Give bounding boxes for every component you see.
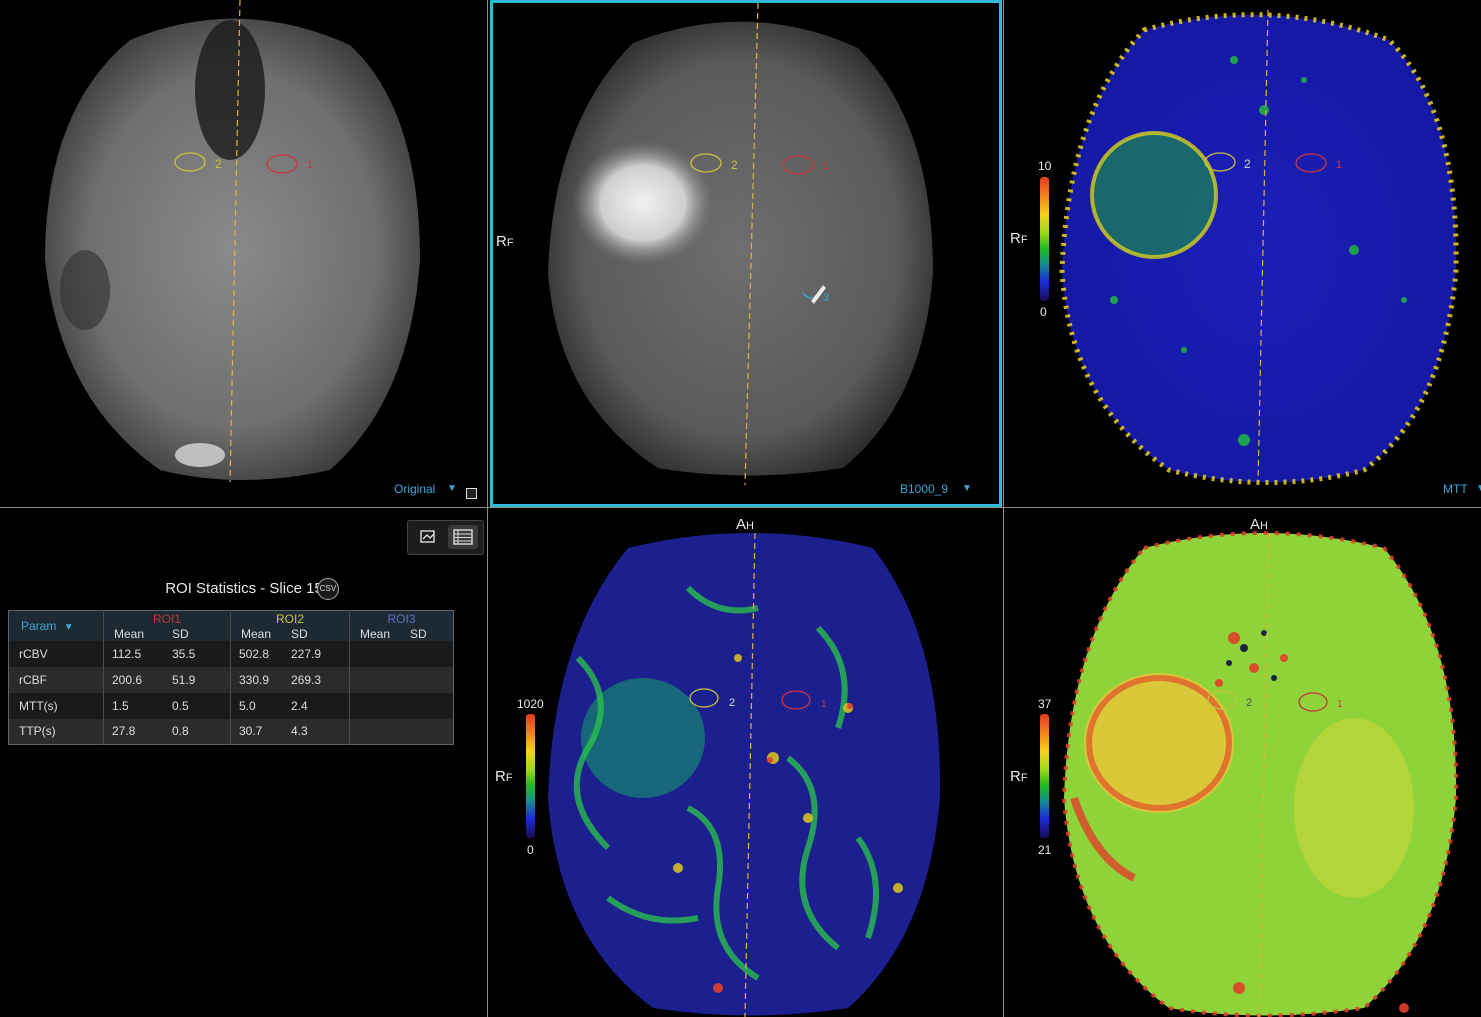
- perfusion-map-rcbf: [548, 532, 941, 1017]
- colorbar-max: 1020: [517, 697, 544, 711]
- orientation-top: AH: [1250, 516, 1268, 533]
- viewport-b1000[interactable]: RF 2 1 3 B1000_9 ▼: [490, 0, 1002, 507]
- value-cell: 0.5: [172, 698, 189, 713]
- orientation-top: AH: [736, 516, 754, 533]
- value-cell: 35.5: [172, 646, 196, 661]
- perfusion-map-mtt: [1059, 9, 1459, 485]
- colorbar-min: 0: [1040, 305, 1047, 319]
- roi2-header: ROI2: [230, 610, 350, 627]
- roi1-label: 1: [823, 160, 830, 172]
- stats-title: ROI Statistics - Slice 15: [165, 580, 323, 597]
- series-selector[interactable]: Original: [394, 482, 435, 496]
- sd-header: SD: [410, 626, 427, 641]
- series-selector[interactable]: MTT: [1443, 482, 1468, 496]
- roi2-label: 2: [731, 158, 738, 172]
- value-cell: 502.8: [230, 640, 291, 667]
- colorbar-min: 21: [1038, 843, 1052, 857]
- colorbar: [526, 714, 535, 838]
- viewport-rcbf[interactable]: AH RF 1020 0 2 1: [488, 508, 1003, 1017]
- roi1-header: ROI1: [103, 610, 231, 627]
- param-cell: rCBF: [19, 672, 47, 687]
- table-row: MTT(s) 1.5 0.5 5.0 2.4: [8, 692, 454, 719]
- roi2-label: 2: [215, 157, 222, 171]
- value-cell: 269.3: [291, 672, 322, 687]
- colorbar-min: 0: [527, 843, 534, 857]
- perfusion-map-ttp: [1061, 531, 1459, 1017]
- value-cell: 4.3: [291, 724, 308, 739]
- colorbar: [1040, 714, 1049, 838]
- roi2-label: 2: [1244, 157, 1251, 171]
- mean-header: Mean: [103, 626, 172, 641]
- save-icon[interactable]: [466, 488, 477, 499]
- value-cell: 112.5: [103, 640, 172, 667]
- view-toggle-toolbar: [407, 520, 484, 555]
- param-cell: rCBV: [19, 646, 48, 661]
- value-cell: 27.8: [103, 718, 172, 745]
- param-dropdown-icon[interactable]: ▼: [64, 622, 74, 633]
- param-cell: MTT(s): [19, 698, 58, 713]
- colorbar: [1040, 177, 1049, 301]
- brain-image-dwi: [548, 3, 933, 486]
- table-row: TTP(s) 27.8 0.8 30.7 4.3: [8, 718, 454, 745]
- orientation-left: RF: [1010, 768, 1028, 785]
- roi2-label: 2: [1246, 697, 1253, 709]
- roi2-label: 2: [729, 697, 736, 709]
- value-cell: 2.4: [291, 698, 308, 713]
- table-view-icon[interactable]: [448, 525, 478, 549]
- value-cell: 5.0: [230, 692, 291, 719]
- csv-export-icon[interactable]: CSV: [317, 578, 339, 600]
- series-dropdown-icon[interactable]: ▼: [1476, 483, 1481, 494]
- value-cell: 200.6: [103, 666, 172, 693]
- series-selector[interactable]: B1000_9: [900, 482, 948, 496]
- mean-header: Mean: [349, 626, 410, 641]
- series-dropdown-icon[interactable]: ▼: [447, 483, 457, 494]
- colorbar-max: 10: [1038, 159, 1052, 173]
- roi3-label: 3: [823, 292, 830, 304]
- viewport-ttp[interactable]: AH RF 37 21 2 1: [1004, 508, 1481, 1017]
- sd-header: SD: [291, 626, 308, 641]
- roi1-label: 1: [1336, 159, 1343, 171]
- orientation-left: RF: [495, 768, 513, 785]
- roi-stats-table: Param ▼ ROI1 ROI2 ROI3 Mean SD Mean SD M…: [8, 610, 454, 745]
- roi1-label: 1: [821, 699, 827, 710]
- value-cell: 227.9: [291, 646, 322, 661]
- series-dropdown-icon[interactable]: ▼: [962, 483, 972, 494]
- value-cell: 330.9: [230, 666, 291, 693]
- viewport-mtt[interactable]: RF 10 0 2 1 MTT ▼: [1004, 0, 1481, 507]
- param-cell: TTP(s): [19, 724, 56, 739]
- sd-header: SD: [172, 626, 189, 641]
- orientation-left: RF: [1010, 230, 1028, 247]
- roi3-header: ROI3: [349, 610, 454, 627]
- graph-view-icon[interactable]: [413, 525, 443, 549]
- value-cell: 51.9: [172, 672, 196, 687]
- value-cell: 30.7: [230, 718, 291, 745]
- param-header[interactable]: Param ▼: [9, 611, 104, 641]
- brain-image-original: [45, 0, 420, 483]
- value-cell: 0.8: [172, 724, 189, 739]
- colorbar-max: 37: [1038, 697, 1052, 711]
- table-row: rCBF 200.6 51.9 330.9 269.3: [8, 666, 454, 693]
- value-cell: 1.5: [103, 692, 172, 719]
- orientation-left: RF: [496, 233, 514, 250]
- viewport-original[interactable]: 2 1 Original ▼: [0, 0, 487, 507]
- table-row: rCBV 112.5 35.5 502.8 227.9: [8, 640, 454, 667]
- mean-header: Mean: [230, 626, 291, 641]
- roi1-label: 1: [1337, 699, 1343, 710]
- roi1-label: 1: [307, 159, 314, 171]
